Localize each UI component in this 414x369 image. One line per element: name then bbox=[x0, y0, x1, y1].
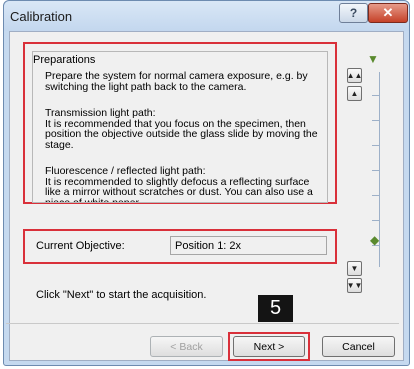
step-number-badge: 5 bbox=[258, 295, 293, 322]
current-position-marker-icon: ◆ bbox=[370, 233, 380, 247]
title-bar: Calibration ? ✕ bbox=[4, 1, 409, 31]
button-separator bbox=[6, 323, 399, 324]
double-up-arrow-icon: ▲▲ bbox=[346, 71, 363, 80]
focus-scale-tick bbox=[372, 195, 379, 196]
focus-scale-tick bbox=[372, 220, 379, 221]
preparations-paragraph: Fluorescence / reflected light path: It … bbox=[45, 165, 313, 202]
focus-scale-tick bbox=[372, 170, 379, 171]
top-position-marker-icon: ▼ bbox=[367, 52, 379, 66]
move-up-button[interactable]: ▲ bbox=[347, 86, 362, 101]
double-down-arrow-icon: ▼▼ bbox=[346, 281, 363, 290]
move-up-fast-button[interactable]: ▲▲ bbox=[347, 68, 362, 83]
window-title: Calibration bbox=[10, 9, 73, 24]
preparations-text[interactable]: Prepare the system for normal camera exp… bbox=[45, 71, 325, 202]
focus-scale-tick bbox=[372, 120, 379, 121]
close-button[interactable]: ✕ bbox=[368, 3, 408, 23]
focus-scale-tick bbox=[372, 95, 379, 96]
cancel-button[interactable]: Cancel bbox=[322, 336, 395, 357]
preparations-label: Preparations bbox=[33, 54, 96, 66]
start-acquisition-hint: Click "Next" to start the acquisition. bbox=[36, 289, 207, 301]
move-down-button[interactable]: ▼ bbox=[347, 261, 362, 276]
preparations-paragraph: Prepare the system for normal camera exp… bbox=[45, 71, 308, 93]
up-arrow-icon: ▲ bbox=[350, 89, 359, 98]
preparations-paragraph: Transmission light path: It is recommend… bbox=[45, 107, 318, 151]
next-button[interactable]: Next > bbox=[233, 336, 305, 357]
help-icon: ? bbox=[349, 6, 358, 20]
move-down-fast-button[interactable]: ▼▼ bbox=[347, 278, 362, 293]
help-button[interactable]: ? bbox=[339, 3, 368, 23]
current-objective-field: Position 1: 2x bbox=[170, 236, 327, 255]
close-icon: ✕ bbox=[382, 5, 394, 20]
current-objective-label: Current Objective: bbox=[36, 240, 125, 252]
back-button[interactable]: < Back bbox=[150, 336, 223, 357]
down-arrow-icon: ▼ bbox=[350, 264, 359, 273]
focus-scale-tick bbox=[372, 145, 379, 146]
